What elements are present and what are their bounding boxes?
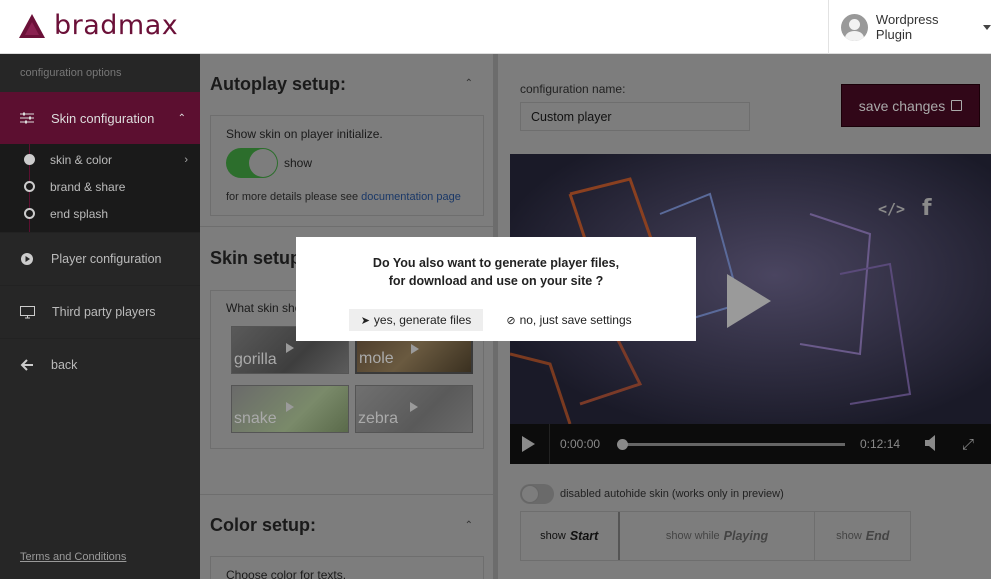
play-icon [411,344,419,354]
save-label: save changes [858,97,946,114]
config-name-input[interactable] [520,102,750,131]
sidebar-sub-list: skin & color › brand & share end splash [0,144,200,232]
sidebar-item-label: back [51,358,78,372]
paper-plane-icon: ➤ [360,314,370,327]
tab-prefix: show [836,530,862,542]
skin-thumb-label: gorilla [234,351,277,368]
subitem-label: brand & share [50,179,126,194]
ban-icon: ⊘ [506,314,516,327]
chevron-up-icon: ⌃ [177,112,186,124]
play-icon[interactable] [522,436,535,452]
logo-text: bradmax [54,10,179,41]
chevron-up-icon[interactable]: ⌃ [465,520,473,531]
autohide-label: disabled autohide skin (works only in pr… [560,488,784,500]
no-label: no, just save settings [519,313,632,327]
save-changes-button[interactable]: save changes [841,84,980,127]
progress-knob[interactable] [617,439,628,450]
generate-files-dialog: Do You also want to generate player file… [296,237,696,341]
play-circle-icon [21,253,33,265]
avatar [841,13,868,41]
facebook-icon[interactable]: f [922,196,932,221]
sliders-icon [20,112,34,124]
dialog-message: Do You also want to generate player file… [296,254,696,290]
volume-icon[interactable] [925,435,939,451]
tab-show-playing[interactable]: show while Playing [620,512,816,560]
color-title: Color setup: [210,515,316,535]
chevron-up-icon[interactable]: ⌃ [465,78,473,89]
sidebar-item-skin-configuration[interactable]: Skin configuration ⌃ [0,92,200,144]
arrow-left-icon [20,359,33,371]
no-save-button[interactable]: ⊘ no, just save settings [504,309,634,331]
logo-icon [19,13,45,38]
toggle-label: show [284,156,313,170]
radio-filled-icon [24,154,35,165]
current-time: 0:00:00 [560,437,601,451]
tab-show-start[interactable]: show Start [521,512,620,560]
yes-label: yes, generate files [373,313,472,327]
sidebar: configuration options Skin configuration… [0,54,200,579]
chevron-right-icon: › [184,153,188,166]
radio-empty-icon [24,208,35,219]
autoplay-title: Autoplay setup: [210,74,347,94]
tab-prefix: show while [665,530,720,542]
show-skin-text: Show skin on player initialize. [226,127,383,141]
logo[interactable]: bradmax [18,10,178,41]
radio-empty-icon [24,181,35,192]
skin-title: Skin setup [210,248,302,268]
chevron-down-icon [983,24,991,30]
subitem-label: end splash [50,206,109,221]
duration: 0:12:14 [860,437,901,451]
sidebar-item-label: Player configuration [51,252,162,266]
skin-thumb-zebra[interactable]: zebra [355,385,473,433]
tab-prefix: show [540,530,566,542]
play-icon [286,343,294,353]
dialog-line-1: Do You also want to generate player file… [372,256,620,270]
skin-thumb-label: snake [234,410,277,427]
sidebar-item-player-configuration[interactable]: Player configuration [0,232,200,285]
floppy-disk-icon [951,100,963,111]
documentation-link[interactable]: documentation page [361,191,461,203]
user-menu[interactable]: Wordpress Plugin [828,0,991,54]
skin-question: What skin sho [226,301,302,315]
sidebar-item-label: Skin configuration [51,110,155,126]
tab-name: End [865,529,890,543]
terms-link[interactable]: Terms and Conditions [20,551,126,563]
skin-thumb-snake[interactable]: snake [231,385,349,433]
color-card: Choose color for texts. [210,556,484,579]
details-text: for more details please see [226,191,362,203]
sidebar-item-third-party-players[interactable]: Third party players [0,285,200,338]
tab-name: Start [569,529,599,543]
fullscreen-icon[interactable]: ⤢ [962,436,974,453]
preview-tabs: show Start show while Playing show End [520,511,911,561]
embed-code-icon[interactable]: </> [878,200,905,218]
choose-color-text: Choose color for texts. [226,568,347,579]
subitem-label: skin & color [50,152,113,167]
tab-name: Playing [723,529,769,543]
autohide-row: disabled autohide skin (works only in pr… [520,484,784,504]
skin-thumb-label: zebra [358,410,399,427]
skin-thumb-label: mole [359,350,394,367]
autoplay-toggle[interactable] [226,148,278,178]
sidebar-item-label: Third party players [52,305,156,319]
player-controls: 0:00:00 0:12:14 ⤢ [510,424,991,464]
autoplay-card: Show skin on player initialize. show for… [210,115,484,216]
sidebar-subitem-end-splash[interactable]: end splash [0,200,200,227]
play-icon [286,402,294,412]
config-name-label: configuration name: [520,82,626,96]
yes-generate-button[interactable]: ➤ yes, generate files [349,309,483,331]
dialog-line-2: for download and use on your site ? [388,274,604,288]
sidebar-subitem-skin-color[interactable]: skin & color › [0,146,200,173]
top-header: bradmax Wordpress Plugin [0,0,991,54]
sidebar-subitem-brand-share[interactable]: brand & share [0,173,200,200]
progress-bar[interactable] [617,439,845,450]
user-name: Wordpress Plugin [875,12,939,42]
big-play-icon[interactable] [727,274,771,328]
sidebar-item-back[interactable]: back [0,338,200,391]
monitor-icon [20,305,35,318]
sidebar-heading: configuration options [20,67,122,79]
play-icon [410,402,418,412]
tab-show-end[interactable]: show End [815,512,910,560]
autohide-toggle[interactable] [520,484,554,504]
